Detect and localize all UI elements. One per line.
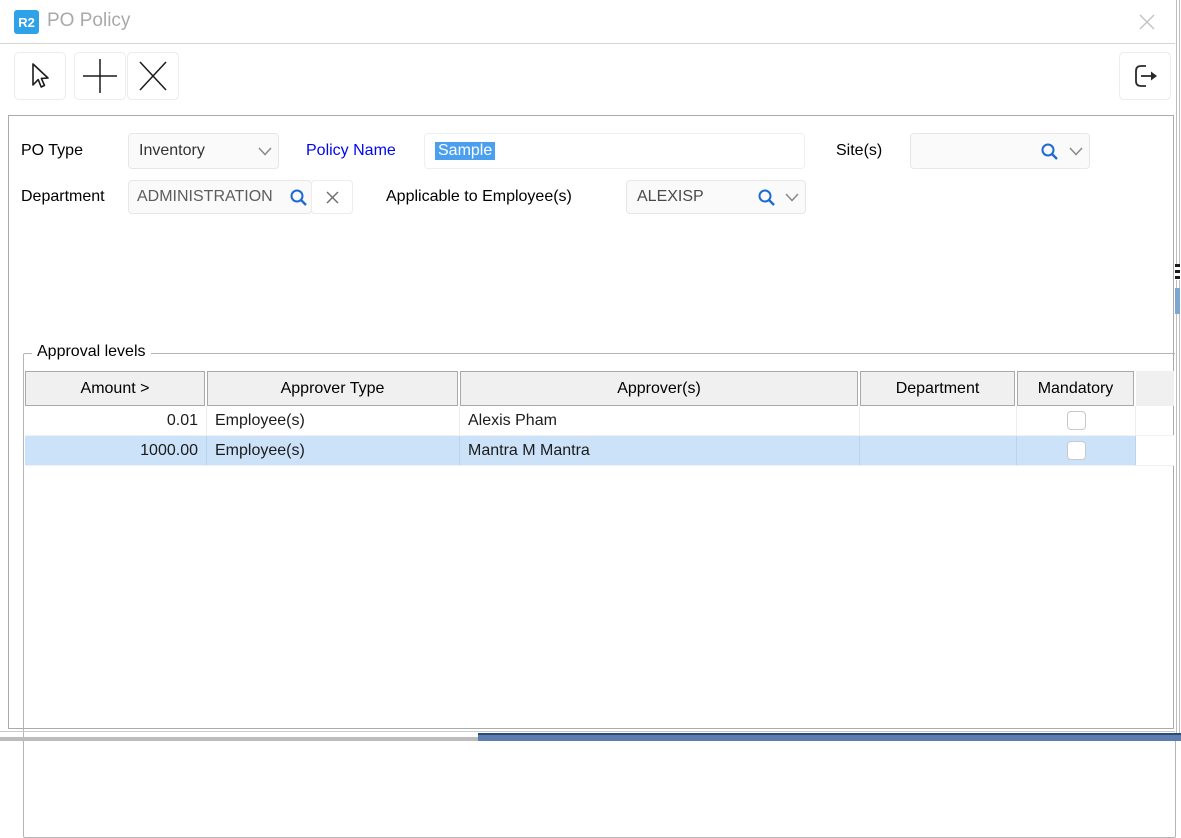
approvers-cell: Mantra M Mantra	[460, 436, 860, 465]
mandatory-cell	[1017, 406, 1136, 435]
background-bottom-blue-bar	[478, 733, 1181, 741]
background-bottom-gray-bar	[0, 737, 478, 741]
applicable-employees-label: Applicable to Employee(s)	[386, 188, 572, 206]
title-bar: R2 PO Policy	[0, 0, 1175, 44]
delete-x-icon	[135, 58, 171, 94]
search-icon[interactable]	[753, 188, 779, 207]
amount-cell: 0.01	[25, 406, 207, 435]
exit-icon	[1129, 60, 1161, 92]
delete-row-button[interactable]	[127, 52, 179, 100]
approver-type-cell: Employee(s)	[207, 406, 460, 435]
column-header-department[interactable]: Department	[860, 371, 1015, 406]
window-title: PO Policy	[47, 10, 130, 32]
po-type-value: Inventory	[129, 142, 252, 160]
column-header-mandatory[interactable]: Mandatory	[1017, 371, 1134, 406]
approval-levels-group: Approval levels Amount > Approver Type A…	[23, 353, 1176, 838]
mandatory-cell	[1017, 436, 1136, 465]
column-header-approvers[interactable]: Approver(s)	[460, 371, 858, 406]
select-pointer-button[interactable]	[14, 52, 66, 100]
amount-cell: 1000.00	[25, 436, 207, 465]
dialog-bottom-border	[0, 731, 1175, 732]
mandatory-checkbox[interactable]	[1067, 441, 1086, 460]
search-icon[interactable]	[1035, 142, 1063, 161]
applicable-employees-value: ALEXISP	[627, 188, 753, 206]
department-cell	[860, 436, 1017, 465]
approver-type-cell: Employee(s)	[207, 436, 460, 465]
add-row-button[interactable]	[74, 52, 126, 100]
chevron-down-icon[interactable]	[1063, 147, 1089, 156]
policy-name-label: Policy Name	[306, 142, 396, 160]
approval-levels-table: Amount > Approver Type Approver(s) Depar…	[25, 371, 1174, 466]
po-policy-form-panel: PO Type Inventory Policy Name Sample Sit…	[8, 115, 1174, 729]
mandatory-checkbox[interactable]	[1067, 411, 1086, 430]
filler-cell	[1136, 436, 1174, 465]
department-cell	[860, 406, 1017, 435]
table-header-row: Amount > Approver Type Approver(s) Depar…	[25, 371, 1174, 406]
plus-icon	[80, 56, 120, 96]
policy-name-input[interactable]: Sample	[424, 133, 805, 169]
filler-cell	[1136, 406, 1174, 435]
department-label: Department	[21, 188, 105, 206]
pointer-icon	[25, 61, 55, 91]
column-header-approver-type[interactable]: Approver Type	[207, 371, 458, 406]
close-icon[interactable]	[1137, 12, 1157, 32]
applicable-employees-input[interactable]: ALEXISP	[626, 180, 806, 214]
approvers-cell: Alexis Pham	[460, 406, 860, 435]
chevron-down-icon	[252, 147, 278, 156]
clear-department-button[interactable]	[311, 180, 353, 214]
policy-name-value: Sample	[435, 142, 495, 160]
app-logo: R2	[14, 10, 39, 34]
approval-levels-group-label: Approval levels	[32, 343, 151, 361]
department-input[interactable]: ADMINISTRATION	[128, 180, 312, 214]
po-type-dropdown[interactable]: Inventory	[128, 133, 279, 169]
background-window-right-sliver	[1175, 0, 1181, 741]
exit-button[interactable]	[1119, 52, 1171, 100]
chevron-down-icon[interactable]	[779, 193, 805, 202]
search-icon[interactable]	[285, 188, 311, 207]
table-row-selected[interactable]: 1000.00 Employee(s) Mantra M Mantra	[25, 436, 1174, 466]
po-type-label: PO Type	[21, 142, 83, 160]
sites-input[interactable]	[910, 133, 1090, 169]
column-header-amount[interactable]: Amount >	[25, 371, 205, 406]
background-window-detail	[1175, 288, 1180, 314]
sites-label: Site(s)	[836, 142, 882, 160]
table-row[interactable]: 0.01 Employee(s) Alexis Pham	[25, 406, 1174, 436]
department-value: ADMINISTRATION	[129, 188, 285, 206]
column-header-filler	[1136, 371, 1174, 406]
background-window-detail	[1175, 264, 1180, 280]
clear-x-icon	[326, 191, 339, 204]
